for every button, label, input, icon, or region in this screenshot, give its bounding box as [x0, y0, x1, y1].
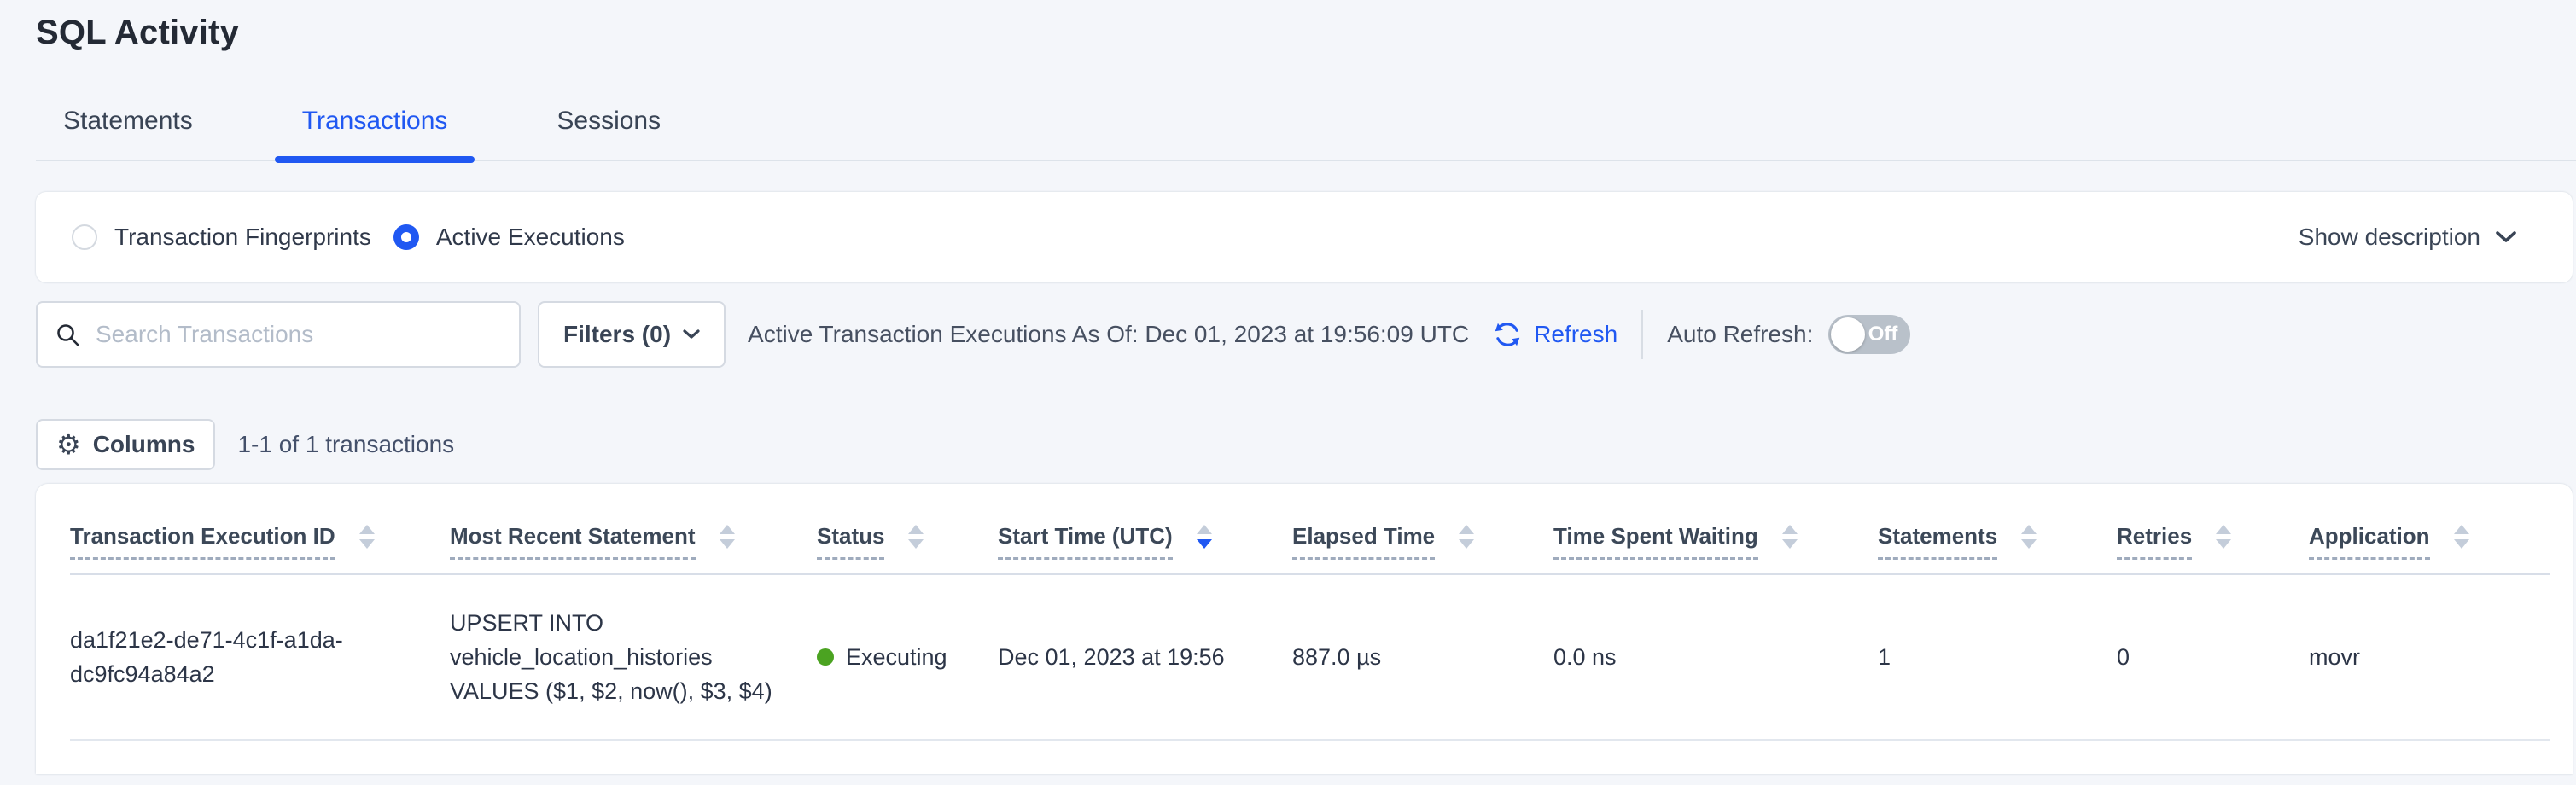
chevron-down-icon: [2496, 231, 2516, 243]
refresh-icon: [1491, 318, 1524, 351]
radio-transaction-fingerprints-label: Transaction Fingerprints: [114, 224, 371, 251]
transactions-table: Transaction Execution ID Most Recent Sta…: [70, 484, 2550, 741]
column-header-application[interactable]: Application: [2309, 484, 2550, 574]
status-executing-dot-icon: [817, 648, 834, 666]
sort-icon: [1782, 525, 1798, 549]
search-input-wrapper: [36, 301, 521, 368]
tab-transactions-label: Transactions: [302, 107, 448, 135]
auto-refresh-toggle[interactable]: Off: [1828, 315, 1910, 354]
cell-statements: 1: [1878, 574, 2117, 740]
active-tab-underline: [275, 156, 475, 163]
as-of-label: Active Transaction Executions As Of: Dec…: [748, 321, 1469, 348]
sort-desc-icon: [1197, 525, 1212, 549]
sort-icon: [2216, 525, 2231, 549]
table-row: da1f21e2-de71-4c1f-a1da-dc9fc94a84a2 UPS…: [70, 574, 2550, 740]
columns-button[interactable]: ⚙ Columns: [36, 419, 215, 470]
column-header-elapsed-time[interactable]: Elapsed Time: [1292, 484, 1553, 574]
sort-icon: [359, 525, 375, 549]
cell-time-spent-waiting: 0.0 ns: [1553, 574, 1878, 740]
tab-sessions[interactable]: Sessions: [529, 107, 688, 160]
radio-transaction-fingerprints[interactable]: Transaction Fingerprints: [72, 224, 371, 251]
column-header-start-time[interactable]: Start Time (UTC): [998, 484, 1292, 574]
tab-bar: Statements Transactions Sessions: [36, 107, 2576, 161]
cell-application: movr: [2309, 574, 2550, 740]
table-header-row: Transaction Execution ID Most Recent Sta…: [70, 484, 2550, 574]
sort-icon: [2454, 525, 2469, 549]
toggle-knob: [1831, 317, 1865, 352]
sort-icon: [908, 525, 924, 549]
cell-retries: 0: [2117, 574, 2309, 740]
show-description-label: Show description: [2299, 224, 2480, 251]
gear-icon: ⚙: [56, 431, 81, 458]
column-header-time-spent-waiting[interactable]: Time Spent Waiting: [1553, 484, 1878, 574]
search-icon: [55, 322, 80, 347]
column-header-statements[interactable]: Statements: [1878, 484, 2117, 574]
sort-icon: [2021, 525, 2037, 549]
status-label: Executing: [846, 640, 947, 674]
tab-sessions-label: Sessions: [557, 107, 661, 135]
radio-active-executions-label: Active Executions: [436, 224, 625, 251]
tab-transactions[interactable]: Transactions: [275, 107, 475, 160]
toggle-state-label: Off: [1868, 323, 1898, 346]
sort-icon: [720, 525, 735, 549]
filters-button-label: Filters (0): [563, 321, 671, 348]
controls-row: Filters (0) Active Transaction Execution…: [36, 301, 2576, 368]
column-header-retries[interactable]: Retries: [2117, 484, 2309, 574]
tab-statements[interactable]: Statements: [36, 107, 220, 160]
column-header-most-recent-statement[interactable]: Most Recent Statement: [450, 484, 817, 574]
view-mode-card: Transaction Fingerprints Active Executio…: [36, 192, 2573, 282]
cell-status: Executing: [817, 574, 998, 740]
radio-active-executions[interactable]: Active Executions: [393, 224, 625, 251]
vertical-divider: [1641, 310, 1643, 359]
radio-unselected-icon: [72, 224, 97, 250]
tab-statements-label: Statements: [63, 107, 193, 135]
sort-icon: [1459, 525, 1474, 549]
columns-button-label: Columns: [93, 431, 195, 458]
cell-transaction-execution-id[interactable]: da1f21e2-de71-4c1f-a1da-dc9fc94a84a2: [70, 574, 450, 740]
refresh-button[interactable]: Refresh: [1491, 318, 1617, 351]
show-description-toggle[interactable]: Show description: [2299, 224, 2516, 251]
cell-elapsed-time: 887.0 µs: [1292, 574, 1553, 740]
chevron-down-icon: [683, 329, 700, 340]
search-input[interactable]: [96, 321, 502, 348]
cell-start-time: Dec 01, 2023 at 19:56: [998, 574, 1292, 740]
column-header-status[interactable]: Status: [817, 484, 998, 574]
sql-activity-page: SQL Activity Statements Transactions Ses…: [0, 0, 2576, 785]
radio-selected-icon: [393, 224, 419, 250]
auto-refresh-label: Auto Refresh:: [1667, 321, 1813, 348]
refresh-label: Refresh: [1534, 321, 1617, 348]
page-title: SQL Activity: [36, 0, 2576, 52]
result-count: 1-1 of 1 transactions: [237, 431, 454, 458]
cell-most-recent-statement: UPSERT INTO vehicle_location_histories V…: [450, 574, 817, 740]
column-header-transaction-execution-id[interactable]: Transaction Execution ID: [70, 484, 450, 574]
filters-button[interactable]: Filters (0): [538, 301, 726, 368]
table-toolbar: ⚙ Columns 1-1 of 1 transactions: [36, 419, 2576, 470]
transactions-table-card: Transaction Execution ID Most Recent Sta…: [36, 484, 2573, 774]
